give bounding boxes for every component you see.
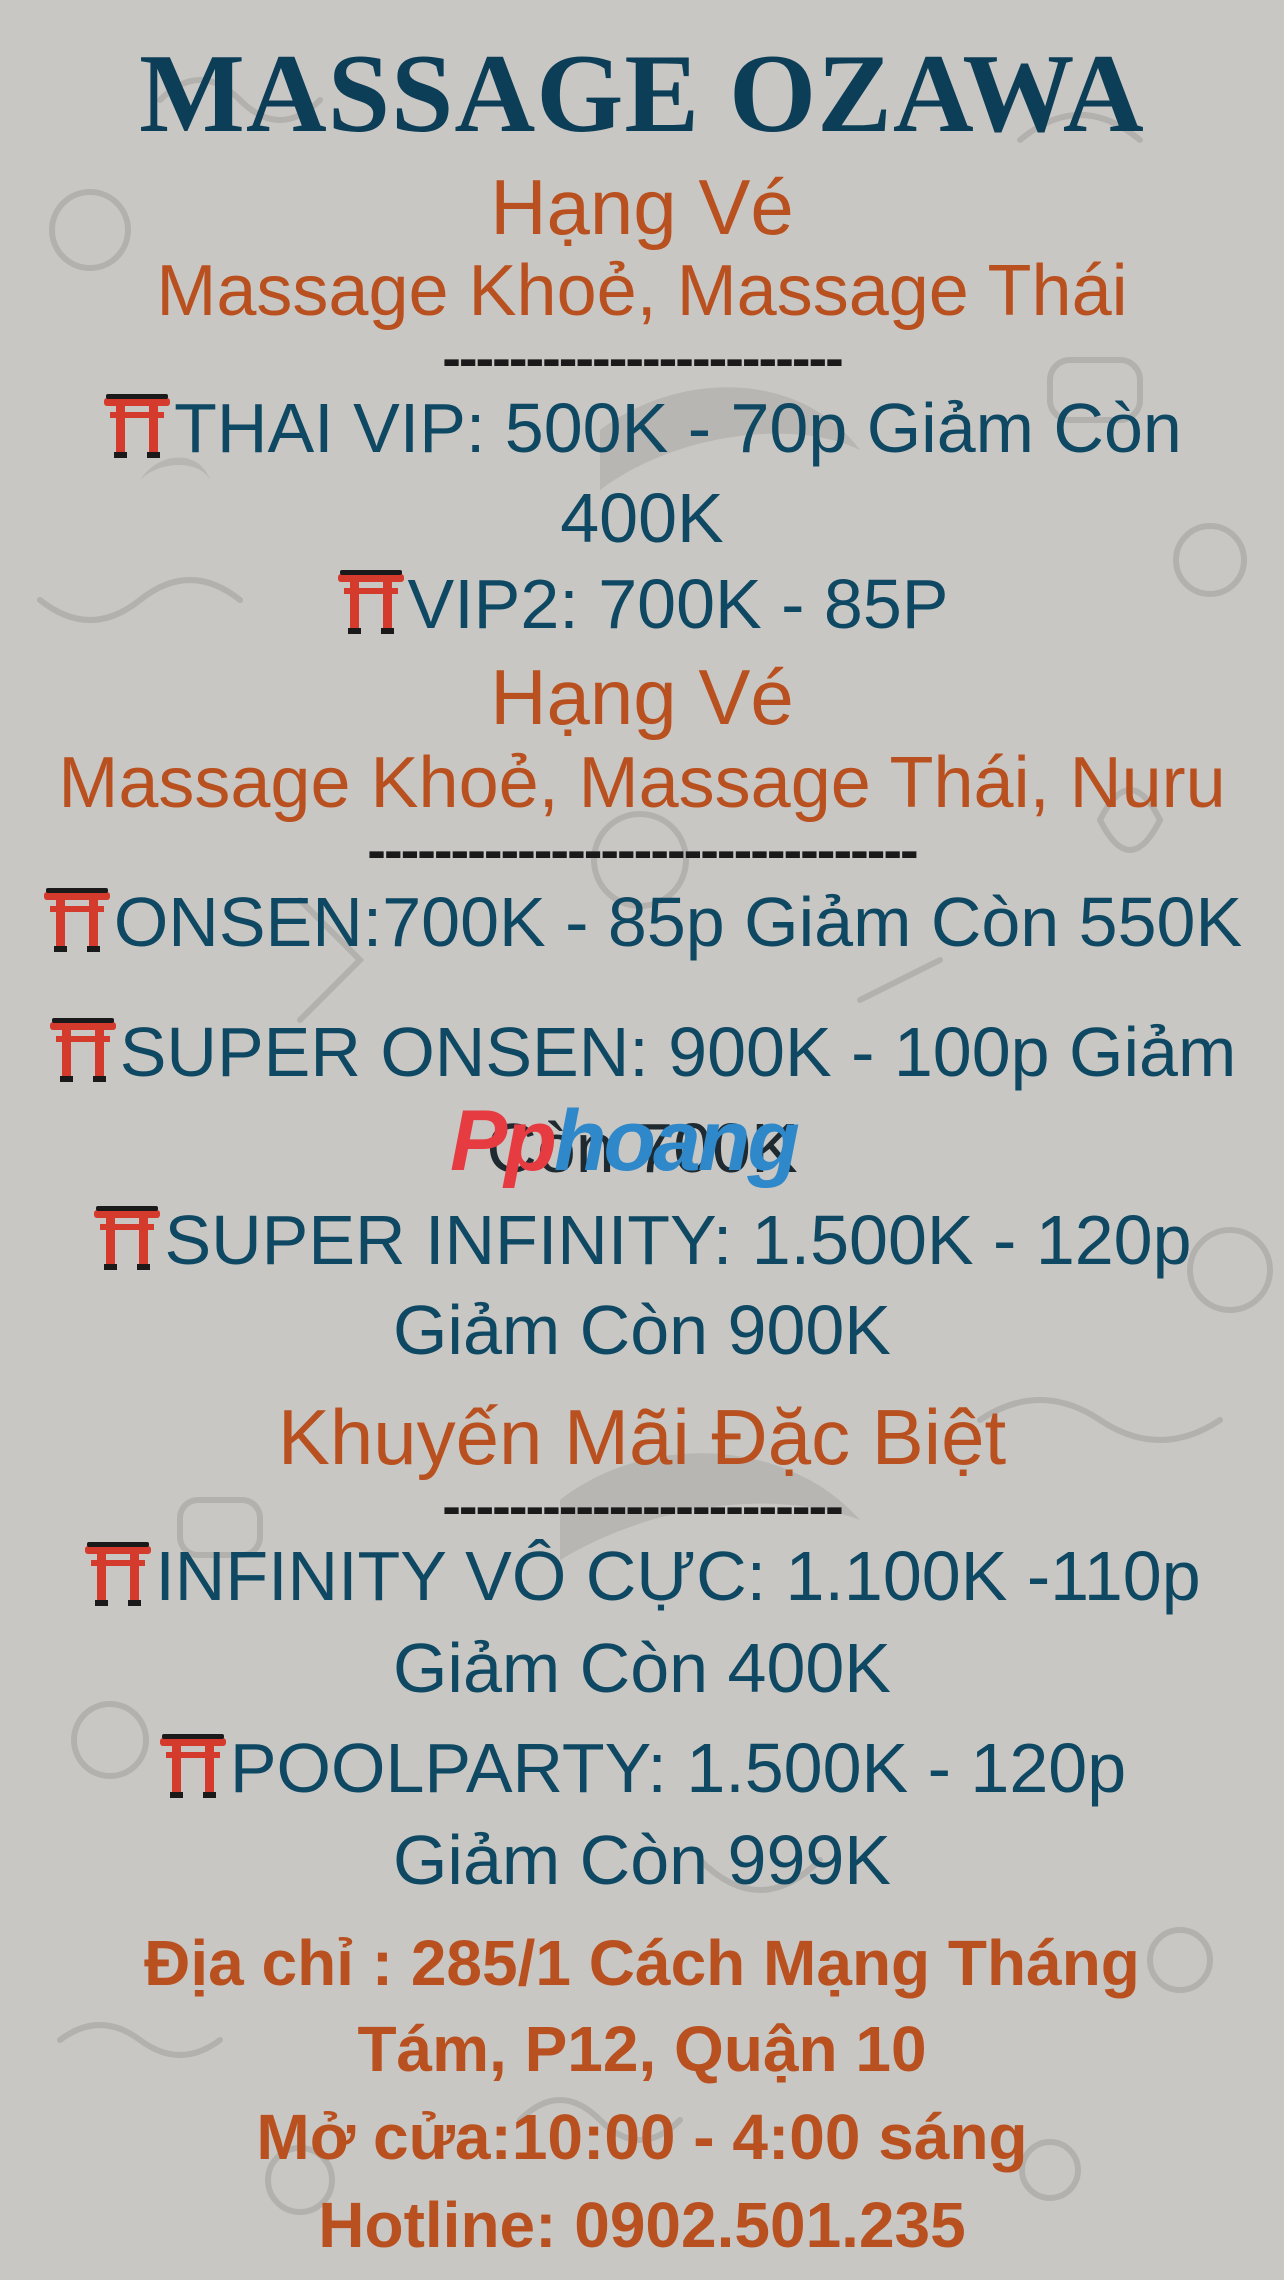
service-super-infinity: SUPER INFINITY: 1.500K - 120p (0, 1200, 1284, 1280)
service-poolparty: POOLPARTY: 1.500K - 120p (0, 1728, 1284, 1808)
service-vip2-line1: VIP2: 700K - 85P (407, 565, 949, 643)
service-poolparty-line1: POOLPARTY: 1.500K - 120p (229, 1729, 1127, 1807)
service-vip2: VIP2: 700K - 85P (0, 564, 1284, 644)
torii-gate-icon (337, 570, 404, 634)
service-onsen: ONSEN:700K - 85p Giảm Còn 550K (0, 882, 1284, 962)
service-infinity-vo-cuc-line1: INFINITY VÔ CỰC: 1.100K -110p (155, 1537, 1201, 1615)
torii-gate-icon (159, 1734, 226, 1798)
section3-heading: Khuyến Mãi Đặc Biệt (277, 1393, 1007, 1481)
torii-gate-icon (94, 1206, 161, 1270)
section1-divider: ------------------------ (442, 326, 844, 389)
service-poolparty-line2: Giảm Còn 999K (392, 1821, 892, 1899)
watermark-part1: Pp (450, 1093, 557, 1189)
section1-subtitle: Massage Khoẻ, Massage Thái (156, 251, 1128, 331)
service-thai-vip-line1: THAI VIP: 500K - 70p Giảm Còn (174, 389, 1182, 467)
section2-heading: Hạng Vé (490, 653, 794, 741)
menu-content: MASSAGE OZAWA Hạng Vé Massage Khoẻ, Mass… (0, 0, 1284, 2280)
torii-gate-icon (85, 1542, 152, 1606)
torii-gate-icon (104, 394, 171, 458)
service-infinity-vo-cuc-line2: Giảm Còn 400K (392, 1629, 892, 1707)
watermark-logo: Pphoang (450, 1092, 800, 1191)
section2-divider: --------------------------------- (367, 818, 918, 881)
address-line1: Địa chỉ : 285/1 Cách Mạng Tháng (144, 1927, 1140, 1999)
service-super-infinity-line2: Giảm Còn 900K (392, 1291, 892, 1369)
address-line2: Tám, P12, Quận 10 (357, 2013, 927, 2085)
service-thai-vip: THAI VIP: 500K - 70p Giảm Còn (0, 388, 1284, 468)
section3-divider: ------------------------ (442, 1474, 844, 1537)
torii-gate-icon (43, 888, 110, 952)
hotline: Hotline: 0902.501.235 (318, 2189, 966, 2261)
section2-subtitle: Massage Khoẻ, Massage Thái, Nuru (58, 743, 1226, 823)
watermark-part2: hoang (553, 1093, 800, 1189)
service-thai-vip-line2: 400K (560, 479, 724, 557)
opening-hours: Mở cửa:10:00 - 4:00 sáng (256, 2101, 1028, 2173)
torii-gate-icon (49, 1018, 116, 1082)
page-title: MASSAGE OZAWA (139, 32, 1145, 156)
service-super-onsen: SUPER ONSEN: 900K - 100p Giảm (0, 1012, 1284, 1092)
section1-heading: Hạng Vé (490, 163, 794, 251)
service-super-infinity-line1: SUPER INFINITY: 1.500K - 120p (164, 1201, 1192, 1279)
service-onsen-line1: ONSEN:700K - 85p Giảm Còn 550K (113, 883, 1243, 961)
service-super-onsen-line1: SUPER ONSEN: 900K - 100p Giảm (119, 1013, 1237, 1091)
service-infinity-vo-cuc: INFINITY VÔ CỰC: 1.100K -110p (0, 1536, 1284, 1616)
